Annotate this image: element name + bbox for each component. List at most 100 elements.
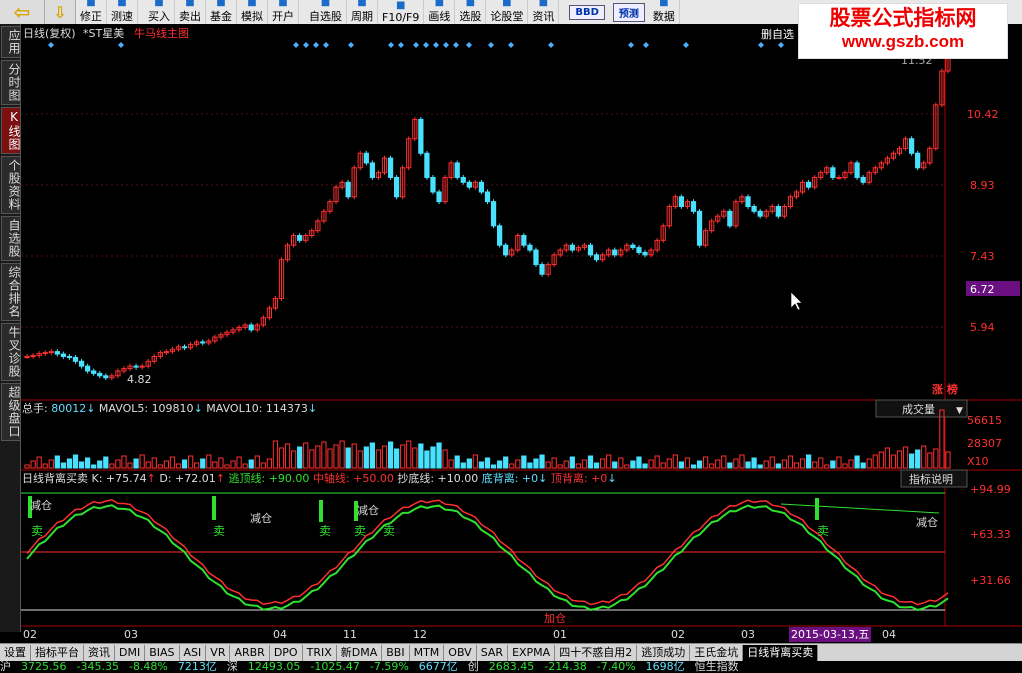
sell-signal-bar: [815, 498, 819, 520]
toolbar-screen-button[interactable]: ■ 选股: [455, 0, 487, 24]
toolbar-button-label: 周期: [351, 10, 373, 23]
candle-body: [751, 205, 757, 212]
toolbar-simulate-button[interactable]: ■ 模拟: [237, 0, 268, 24]
candle-body: [727, 210, 733, 227]
volume-bar: [757, 464, 763, 469]
period-icon: ■: [357, 0, 367, 8]
indicator-tab[interactable]: 指标平台: [31, 645, 84, 661]
indicator-tab[interactable]: EXPMA: [508, 645, 556, 661]
candle-body: [78, 360, 85, 367]
candle-body: [830, 167, 836, 178]
indicator-tab[interactable]: OBV: [444, 645, 477, 661]
volume-bar: [345, 447, 351, 469]
indicator-tab[interactable]: ARBR: [230, 645, 270, 661]
toolbar-speed-button[interactable]: ■ 测速: [107, 0, 138, 24]
toolbar-buy-button[interactable]: ■ 买入: [144, 0, 175, 24]
indicator-tab[interactable]: 新DMA: [337, 645, 383, 661]
indicator-tab[interactable]: ASI: [180, 645, 207, 661]
indicator-tab[interactable]: VR: [206, 645, 231, 661]
volume-bar: [103, 456, 109, 469]
indicator-tab[interactable]: 设置: [0, 645, 31, 661]
volume-axis-label: 56615: [967, 414, 1002, 427]
toolbar-data-button[interactable]: ■ 数据: [649, 0, 680, 24]
down-arrow-icon[interactable]: ⇩: [45, 0, 76, 24]
signal-label: 减仓: [916, 515, 938, 529]
candle-body: [533, 249, 539, 266]
status-item: -8.48%: [128, 661, 168, 673]
indicator-tab[interactable]: TRIX: [303, 645, 337, 661]
toolbar-f10-button[interactable]: ■ F10/F9: [378, 0, 425, 24]
volume-bar: [54, 455, 60, 469]
indicator-tab[interactable]: DMI: [115, 645, 146, 661]
indicator-tab[interactable]: 资讯: [84, 645, 115, 661]
signal-label: 卖: [31, 524, 43, 538]
indicator-tab[interactable]: 逃顶成功: [637, 645, 691, 661]
toolbar-news-button[interactable]: ■ 资讯: [528, 0, 560, 24]
toolbar-forum-button[interactable]: ■ 论股堂: [486, 0, 529, 24]
toolbar-period-button[interactable]: ■ 周期: [347, 0, 378, 24]
back-arrow-icon[interactable]: ⇦: [0, 0, 45, 24]
toolbar-button-label: 数据: [652, 10, 675, 23]
indicator-tab[interactable]: SAR: [477, 645, 509, 661]
sidebar-item-1[interactable]: 分时图: [1, 60, 21, 105]
time-label: 01: [553, 628, 567, 641]
sidebar-item-5[interactable]: 综合排名: [1, 263, 21, 321]
sidebar-item-6[interactable]: 牛叉诊股: [1, 323, 21, 381]
remove-watchlist-button[interactable]: 删自选: [761, 28, 794, 41]
candle-body: [775, 205, 781, 217]
screen-icon: ■: [465, 0, 476, 8]
indicator-tab[interactable]: BBI: [382, 645, 410, 661]
candle-body: [503, 244, 509, 256]
zhangbang-label[interactable]: 涨 榜: [932, 382, 958, 396]
signal-label: 减仓: [357, 503, 379, 517]
indicator-tab[interactable]: 四十不惑自用2: [555, 645, 638, 661]
volume-bar: [805, 454, 812, 469]
stock-name: *ST星美: [83, 27, 124, 40]
sidebar-item-7[interactable]: 超级盘口: [1, 383, 21, 441]
kline-chart[interactable]: 日线(复权) *ST星美 牛马线主图 删自选 10.42 8.93 7.43 5…: [21, 24, 1022, 643]
candle-body: [30, 354, 36, 357]
main-indicator-name[interactable]: 牛马线主图: [134, 26, 189, 40]
volume-bar: [436, 442, 442, 469]
account-icon: ■: [278, 0, 288, 8]
candle-body: [66, 355, 73, 358]
indicator-tab[interactable]: DPO: [270, 645, 303, 661]
sell-signal-bar: [212, 496, 216, 520]
status-item: 2683.45: [488, 661, 535, 673]
sell-signal-bar: [319, 500, 323, 522]
toolbar-account-button[interactable]: ■ 开户: [268, 0, 299, 24]
toolbar-fund-button[interactable]: ■ 基金: [206, 0, 237, 24]
price-label: 10.42: [967, 108, 999, 121]
toolbar-watchlist-button[interactable]: ■ 自选股: [305, 0, 347, 24]
fund-icon: ■: [216, 0, 226, 8]
candle-body: [248, 324, 254, 331]
sidebar-item-3[interactable]: 个股资料: [1, 156, 21, 214]
candle-body: [745, 196, 751, 207]
toolbar-bbd-button[interactable]: BBD: [565, 0, 609, 24]
volume-bar: [533, 458, 539, 469]
sidebar-item-0[interactable]: 应用: [1, 26, 21, 58]
sidebar-item-4[interactable]: 自选股: [1, 216, 21, 261]
candle-body: [139, 365, 145, 368]
indicator-tab[interactable]: 日线背离买卖: [743, 645, 819, 661]
candle-body: [97, 372, 103, 377]
indicator-tab[interactable]: BIAS: [145, 645, 180, 661]
candle-body: [42, 352, 48, 355]
toolbar-edit-button[interactable]: ■ 修正: [76, 0, 107, 24]
sidebar-item-2[interactable]: K线图: [1, 107, 21, 154]
candle-body: [430, 176, 436, 193]
indicator-tab[interactable]: 王氏金坑: [690, 645, 744, 661]
price-label: 8.93: [970, 179, 995, 192]
toolbar-forecast-button[interactable]: 预测: [609, 0, 649, 24]
volume-bar: [78, 461, 85, 469]
draw-icon: ■: [434, 0, 445, 8]
current-price-label: 6.72: [970, 283, 995, 296]
toolbar-draw-button[interactable]: ■ 画线: [424, 0, 456, 24]
indicator-tab[interactable]: MTM: [410, 645, 445, 661]
status-item: 1698亿: [645, 661, 685, 673]
toolbar-sell-button[interactable]: ■ 卖出: [175, 0, 206, 24]
candle-body: [454, 162, 460, 178]
volume-bar: [60, 462, 67, 469]
volume-bar: [587, 455, 594, 469]
status-item: -345.35: [76, 661, 119, 673]
